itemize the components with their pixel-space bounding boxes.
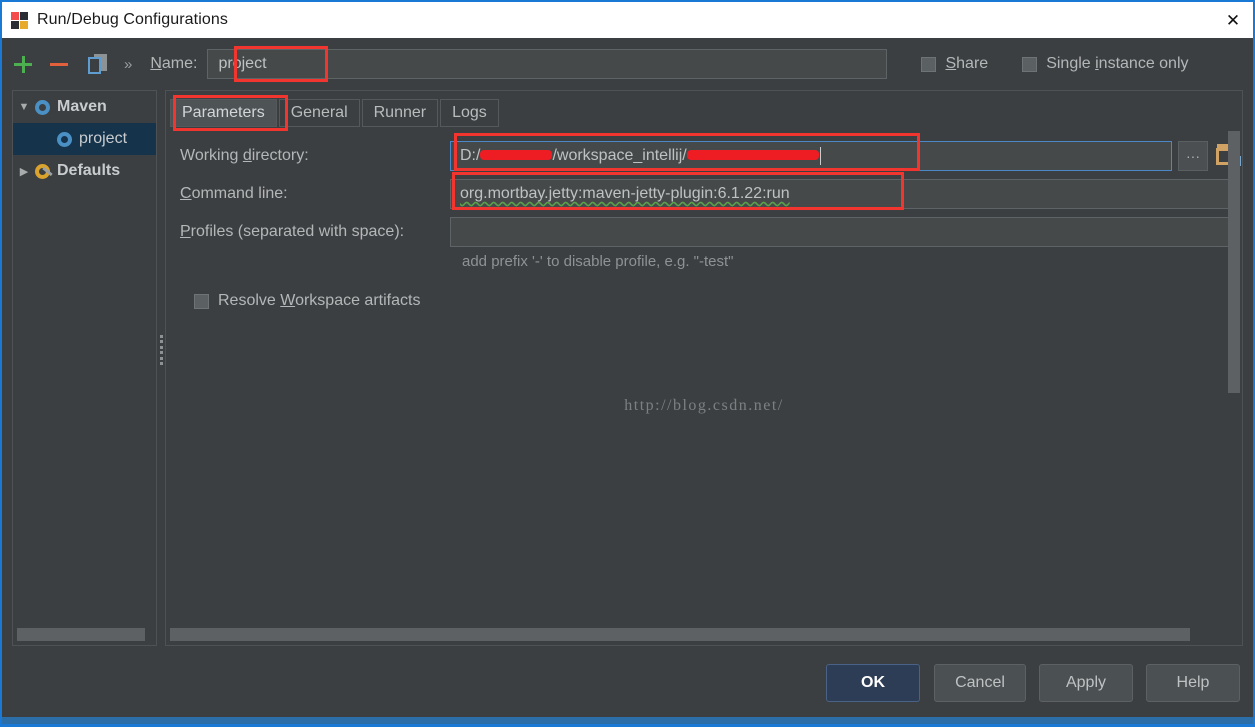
resolve-workspace-checkbox-box[interactable] [194,293,209,309]
name-label-text: ame: [161,55,198,72]
cancel-button[interactable]: Cancel [934,664,1026,702]
profiles-label: Profiles (separated with space): [180,223,405,240]
dialog-footer: OK Cancel Apply Help [2,664,1253,704]
help-button[interactable]: Help [1146,664,1240,702]
config-toolbar: » Name: Share Single instance only [2,38,1253,90]
main-horizontal-scrollbar[interactable] [170,628,1190,641]
tree-item-defaults[interactable]: ▶ Defaults [13,155,156,187]
text-caret [819,147,821,165]
browse-working-directory-button[interactable]: ··· [1178,141,1208,171]
bottom-accent-strip [2,717,1253,724]
tab-parameters[interactable]: Parameters [170,99,277,127]
share-checkbox-box[interactable] [921,56,937,72]
expand-triangle-icon[interactable]: ▼ [13,101,35,113]
working-directory-input[interactable]: D:/ /workspace_intellij/ [450,141,1172,171]
parameters-tab-content: Working directory: D:/ /workspace_intelli… [166,127,1242,414]
working-directory-value-part2: /workspace_intellij/ [552,147,687,164]
tree-item-label: Defaults [57,162,121,179]
configurations-tree: ▼ Maven project ▶ Defaults [12,90,157,646]
tab-bar: Parameters General Runner Logs [170,99,1242,127]
working-directory-row: Working directory: D:/ /workspace_intelli… [166,141,1242,171]
intellij-idea-icon [11,11,28,29]
add-configuration-icon[interactable] [8,49,38,79]
tree-horizontal-scrollbar[interactable] [17,628,145,641]
name-field[interactable] [207,49,888,79]
command-line-row: Command line: org.mortbay.jetty:maven-je… [166,179,1242,209]
share-checkbox-label: Share [945,55,989,72]
window-title: Run/Debug Configurations [37,11,228,28]
single-instance-checkbox-box[interactable] [1022,56,1038,72]
apply-button[interactable]: Apply [1039,664,1133,702]
profiles-row: Profiles (separated with space): [166,217,1242,247]
ok-button[interactable]: OK [826,664,920,702]
gear-icon [57,131,72,147]
command-line-value: org.mortbay.jetty:maven-jetty-plugin:6.1… [460,185,790,202]
single-instance-checkbox[interactable]: Single instance only [1022,55,1189,73]
tab-general[interactable]: General [278,99,360,127]
name-input[interactable] [208,50,887,78]
name-label-accel: N [150,55,162,72]
remove-configuration-icon[interactable] [44,49,74,79]
collapse-triangle-icon[interactable]: ▶ [13,165,35,178]
gear-icon [35,99,50,115]
main-vertical-scrollbar[interactable] [1228,131,1240,393]
copy-configuration-icon[interactable] [82,49,112,79]
title-bar: Run/Debug Configurations ✕ [2,0,1253,38]
tree-item-project[interactable]: project [13,123,156,155]
resolve-workspace-label: Resolve Workspace artifacts [218,292,421,309]
profiles-input[interactable] [450,217,1230,247]
tab-runner[interactable]: Runner [361,99,439,127]
command-line-label: Command line: [180,185,288,202]
tree-item-maven[interactable]: ▼ Maven [13,91,156,123]
working-directory-label: Working directory: [180,147,309,164]
more-options-icon[interactable]: » [124,56,132,73]
single-instance-checkbox-label: Single instance only [1046,55,1189,72]
gear-wrench-icon [35,163,50,179]
working-directory-value-part1: D:/ [460,147,481,164]
panel-splitter-handle[interactable] [157,335,165,365]
redaction-mark-1 [480,150,553,160]
configuration-details-panel: Parameters General Runner Logs Working d… [165,90,1243,646]
redaction-mark-2 [686,150,819,160]
tree-item-label: Maven [57,98,107,115]
run-debug-configurations-dialog: Run/Debug Configurations ✕ » Name: Share… [0,0,1255,727]
tree-item-label: project [79,130,128,147]
close-icon[interactable]: ✕ [1213,2,1253,38]
tab-logs[interactable]: Logs [440,99,499,127]
command-line-input[interactable]: org.mortbay.jetty:maven-jetty-plugin:6.1… [450,179,1230,209]
name-label: Name: [150,55,197,73]
resolve-workspace-artifacts-checkbox[interactable]: Resolve Workspace artifacts [194,292,1242,310]
profiles-hint: add prefix '-' to disable profile, e.g. … [462,253,734,270]
watermark-text: http://blog.csdn.net/ [624,397,784,414]
share-checkbox[interactable]: Share [921,55,988,73]
